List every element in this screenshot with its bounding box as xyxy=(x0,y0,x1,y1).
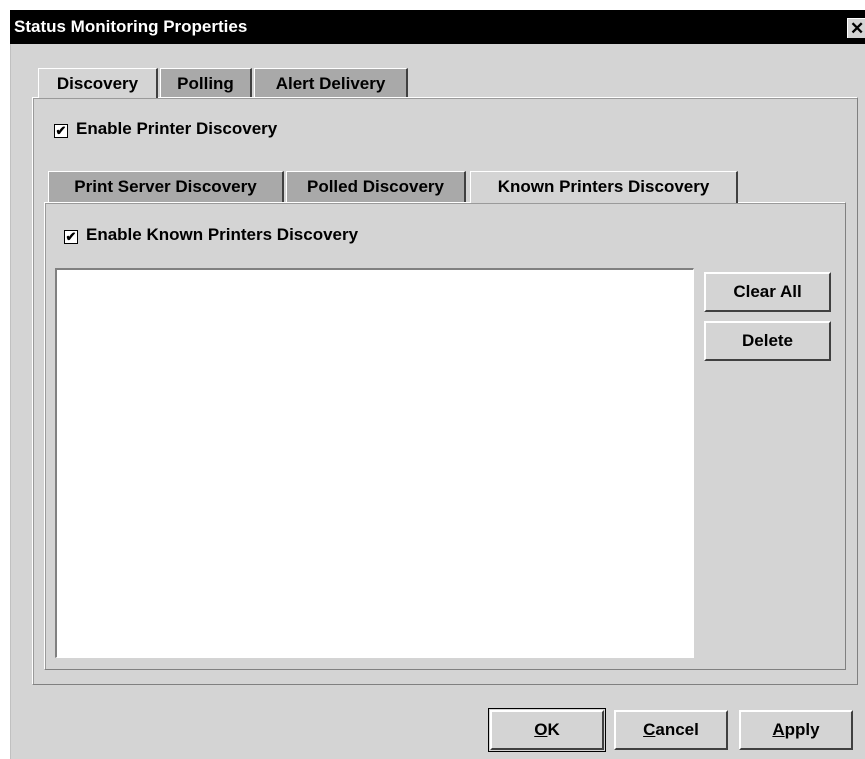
clear-all-button[interactable]: Clear All xyxy=(704,272,831,312)
cancel-button[interactable]: Cancel xyxy=(614,710,728,750)
title-bar: Status Monitoring Properties xyxy=(10,10,865,44)
enable-printer-discovery-checkbox[interactable]: ✔ Enable Printer Discovery xyxy=(54,117,277,141)
apply-label-rest: pply xyxy=(784,720,820,739)
tab-discovery-label: Discovery xyxy=(56,74,139,93)
tab-print-server-discovery-label: Print Server Discovery xyxy=(74,177,257,196)
clear-all-label: Clear All xyxy=(733,282,802,301)
enable-known-printers-discovery-label: Enable Known Printers Discovery xyxy=(86,225,359,244)
tab-discovery[interactable]: Discovery xyxy=(38,68,158,98)
ok-label-rest: K xyxy=(547,720,560,739)
apply-button[interactable]: Apply xyxy=(739,710,853,750)
tab-polling-label: Polling xyxy=(177,74,234,93)
enable-printer-discovery-label: Enable Printer Discovery xyxy=(76,119,278,138)
tab-alert-delivery-label: Alert Delivery xyxy=(275,74,386,93)
ok-button[interactable]: OK xyxy=(488,708,606,752)
apply-mnemonic: A xyxy=(772,720,785,739)
window-title: Status Monitoring Properties xyxy=(14,17,248,36)
tab-print-server-discovery[interactable]: Print Server Discovery xyxy=(48,171,284,202)
close-icon[interactable]: ✕ xyxy=(847,18,865,38)
ok-mnemonic: O xyxy=(534,720,548,739)
cancel-label-rest: ancel xyxy=(655,720,699,739)
tab-polled-discovery-label: Polled Discovery xyxy=(306,177,444,196)
delete-button[interactable]: Delete xyxy=(704,321,831,361)
delete-label: Delete xyxy=(741,331,794,350)
checkbox-checked-icon: ✔ xyxy=(54,123,68,138)
checkbox-checked-icon: ✔ xyxy=(64,229,78,244)
enable-known-printers-discovery-checkbox[interactable]: ✔ Enable Known Printers Discovery xyxy=(64,223,358,247)
tab-known-printers-discovery-label: Known Printers Discovery xyxy=(497,177,710,196)
tab-polled-discovery[interactable]: Polled Discovery xyxy=(286,171,466,202)
tab-alert-delivery[interactable]: Alert Delivery xyxy=(254,68,408,97)
tab-polling[interactable]: Polling xyxy=(160,68,252,97)
known-printers-list[interactable] xyxy=(55,268,694,658)
cancel-mnemonic: C xyxy=(643,720,656,739)
tab-known-printers-discovery[interactable]: Known Printers Discovery xyxy=(470,171,738,203)
